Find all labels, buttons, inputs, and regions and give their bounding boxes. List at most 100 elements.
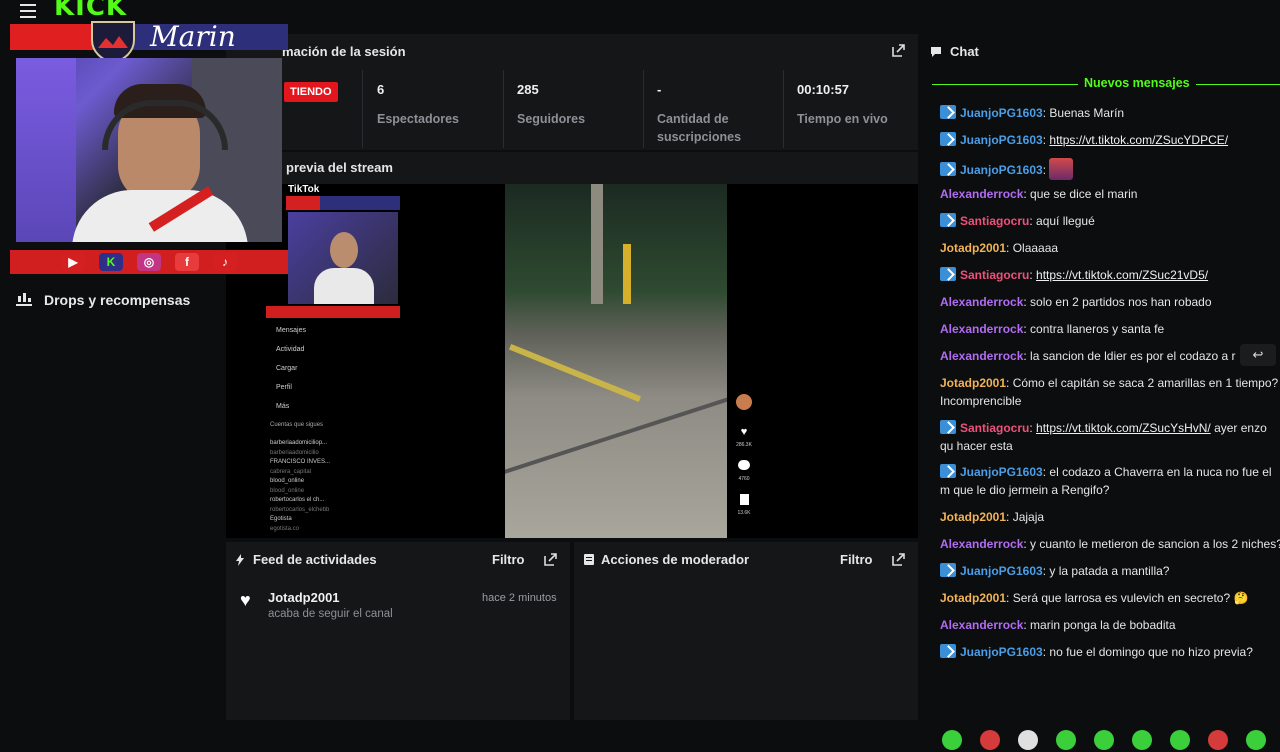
chat-username[interactable]: Jotadp2001	[940, 241, 1006, 255]
chat-message[interactable]: Alexanderrock: que se dice el marin	[940, 185, 1280, 203]
creator-avatar[interactable]	[736, 394, 752, 410]
chat-emote[interactable]	[1049, 158, 1074, 180]
emote-icon[interactable]	[1246, 730, 1266, 750]
expand-icon[interactable]	[544, 553, 557, 566]
chat-text: y cuanto le metieron de sancion a los 2 …	[1030, 537, 1280, 551]
following-item[interactable]: Egotista egotista.co	[270, 514, 330, 533]
chat-message[interactable]: Santiagocru: aquí llegué	[940, 212, 1280, 230]
chat-username[interactable]: Santiagocru	[960, 421, 1029, 435]
chat-username[interactable]: Jotadp2001	[940, 591, 1006, 605]
chat-username[interactable]: JuanjoPG1603	[960, 564, 1043, 578]
emote-icon[interactable]	[1208, 730, 1228, 750]
chat-message[interactable]: JuanjoPG1603: Buenas Marín	[940, 104, 1280, 122]
chat-message[interactable]: Alexanderrock: solo en 2 partidos nos ha…	[940, 293, 1280, 311]
divider	[643, 70, 644, 148]
chat-username[interactable]: JuanjoPG1603	[960, 106, 1043, 120]
chat-username[interactable]: Alexanderrock	[940, 349, 1023, 363]
expand-icon[interactable]	[892, 553, 905, 566]
kick-badge-icon	[940, 420, 956, 434]
tiktok-menu-item[interactable]: Cargar	[276, 359, 306, 378]
kick-badge-icon	[940, 464, 956, 478]
feed-item-user[interactable]: Jotadp2001	[268, 590, 340, 605]
following-item[interactable]: barberiaadomiciliop... barberiaadomicilio	[270, 438, 330, 457]
mini-overlay-namebar	[286, 196, 400, 210]
following-sub: egotista.co	[270, 526, 300, 532]
comment-icon[interactable]	[738, 460, 750, 470]
filter-button[interactable]: Filtro	[492, 552, 525, 567]
tiktok-menu-item[interactable]: Más	[276, 397, 306, 416]
emote-icon[interactable]	[1170, 730, 1190, 750]
chat-message[interactable]: JuanjoPG1603: no fue el domingo que no h…	[940, 643, 1280, 661]
chat-message[interactable]: JuanjoPG1603: el codazo a Chaverra en la…	[940, 463, 1280, 499]
heart-icon: ♥	[240, 590, 251, 610]
drops-icon	[16, 293, 32, 306]
new-messages-divider[interactable]: Nuevos mensajes	[932, 76, 1280, 92]
lightning-icon	[236, 554, 244, 566]
chat-message[interactable]: Alexanderrock: la sancion de ldier es po…	[940, 347, 1280, 365]
reply-icon[interactable]: ↩	[1240, 344, 1276, 366]
chat-message[interactable]: JuanjoPG1603: https://vt.tiktok.com/ZSuc…	[940, 131, 1280, 149]
overlay-streamer-name: Marin	[150, 20, 236, 53]
live-status-badge: TIENDO	[284, 82, 338, 102]
following-item[interactable]: robertocarlos el ch... robertocarlos_elch…	[270, 495, 330, 514]
chat-message[interactable]: JuanjoPG1603: y la patada a mantilla?	[940, 562, 1280, 580]
tiktok-menu-item[interactable]: Mensajes	[276, 321, 306, 340]
chat-username[interactable]: JuanjoPG1603	[960, 133, 1043, 147]
chat-username[interactable]: JuanjoPG1603	[960, 163, 1043, 177]
chat-username[interactable]: JuanjoPG1603	[960, 645, 1043, 659]
chat-text: no fue el domingo que no hizo previa?	[1049, 645, 1253, 659]
following-item[interactable]: FRANCISCO INVES... cabrera_capital	[270, 457, 330, 476]
like-icon[interactable]: ♥	[736, 426, 752, 438]
emote-icon[interactable]	[1094, 730, 1114, 750]
tiktok-menu-item[interactable]: Perfil	[276, 378, 306, 397]
kick-icon: K	[99, 253, 123, 271]
chat-username[interactable]: Alexanderrock	[940, 295, 1023, 309]
sidebar-item-drops[interactable]: Drops y recompensas	[16, 292, 190, 308]
tiktok-icon: ♪	[213, 253, 237, 271]
chat-message[interactable]: Alexanderrock: y cuanto le metieron de s…	[940, 535, 1280, 553]
chat-text: la sancion de ldier es por el codazo a r	[1030, 349, 1236, 363]
chat-link[interactable]: https://vt.tiktok.com/ZSucYsHvN/	[1036, 421, 1211, 435]
menu-icon[interactable]	[20, 4, 36, 18]
stream-preview-video[interactable]: TikTok Mensajes Actividad Cargar Perfil …	[226, 184, 918, 538]
chat-message[interactable]: Santiagocru: https://vt.tiktok.com/ZSucY…	[940, 419, 1280, 455]
chat-message[interactable]: Santiagocru: https://vt.tiktok.com/ZSuc2…	[940, 266, 1280, 284]
stat-value: 6	[377, 82, 385, 97]
emote-icon[interactable]	[942, 730, 962, 750]
expand-icon[interactable]	[892, 44, 905, 57]
chat-username[interactable]: Alexanderrock	[940, 618, 1023, 632]
chat-message[interactable]: Alexanderrock: marin ponga la de bobadit…	[940, 616, 1280, 634]
emote-icon[interactable]	[980, 730, 1000, 750]
chat-separator: :	[1006, 376, 1013, 390]
emote-icon[interactable]	[1018, 730, 1038, 750]
chat-link[interactable]: https://vt.tiktok.com/ZSuc21vD5/	[1036, 268, 1208, 282]
chat-username[interactable]: Santiagocru	[960, 214, 1029, 228]
chat-link[interactable]: https://vt.tiktok.com/ZSucYDPCE/	[1049, 133, 1228, 147]
stat-value: 285	[517, 82, 539, 97]
chat-username[interactable]: Santiagocru	[960, 268, 1029, 282]
filter-button[interactable]: Filtro	[840, 552, 873, 567]
chat-message[interactable]: Jotadp2001: Cómo el capitán se saca 2 am…	[940, 374, 1280, 410]
tiktok-menu-item[interactable]: Actividad	[276, 340, 306, 359]
chat-username[interactable]: JuanjoPG1603	[960, 465, 1043, 479]
stat-viewers: 6 Espectadores	[377, 82, 497, 128]
chat-username[interactable]: Alexanderrock	[940, 322, 1023, 336]
mini-face	[330, 232, 358, 268]
chat-message[interactable]: Jotadp2001: Será que larrosa es vulevich…	[940, 589, 1280, 607]
tiktok-video[interactable]	[505, 184, 727, 538]
chat-message[interactable]: Jotadp2001: Olaaaaa	[940, 239, 1280, 257]
chat-message[interactable]: JuanjoPG1603:	[940, 158, 1280, 180]
chat-header: Chat	[930, 44, 979, 59]
chat-message[interactable]: Jotadp2001: Jajaja	[940, 508, 1280, 526]
chat-username[interactable]: Alexanderrock	[940, 537, 1023, 551]
emote-icon[interactable]	[1132, 730, 1152, 750]
emote-icon[interactable]	[1056, 730, 1076, 750]
bookmark-icon[interactable]	[740, 494, 749, 505]
chat-username[interactable]: Jotadp2001	[940, 376, 1006, 390]
chat-username[interactable]: Alexanderrock	[940, 187, 1023, 201]
chat-username[interactable]: Jotadp2001	[940, 510, 1006, 524]
chat-message[interactable]: Alexanderrock: contra llaneros y santa f…	[940, 320, 1280, 338]
moderator-actions-panel: Acciones de moderador Filtro	[574, 542, 918, 720]
following-item[interactable]: blood_online blood_online	[270, 476, 330, 495]
chat-bubble-icon	[931, 47, 941, 57]
